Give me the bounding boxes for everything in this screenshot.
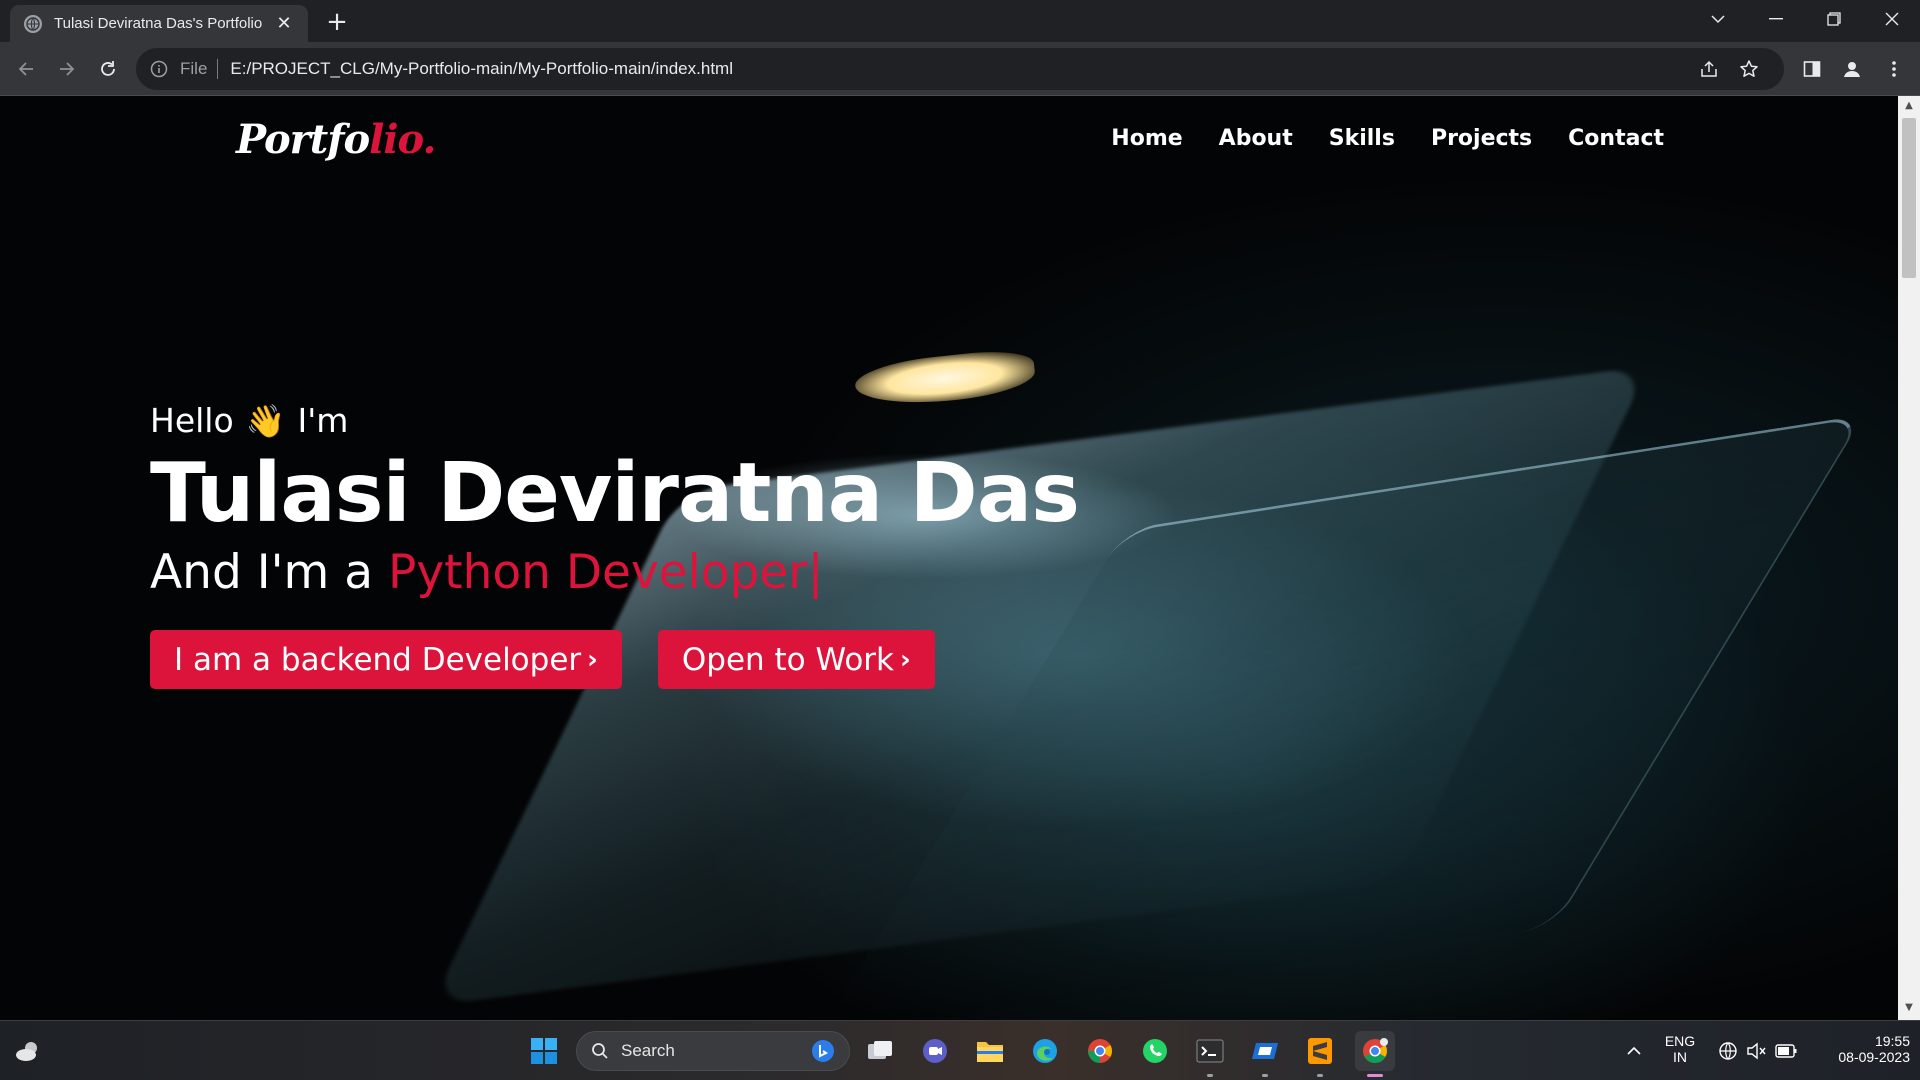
browser-tab-strip: Tulasi Deviratna Das's Portfolio ✕ + [0, 0, 1920, 42]
clock-date: 08-09-2023 [1838, 1049, 1910, 1065]
forward-arrow-icon[interactable] [51, 53, 83, 85]
role-typed-text: Python Developer [387, 545, 808, 600]
tab-close-icon[interactable]: ✕ [274, 13, 294, 34]
globe-icon [24, 14, 42, 33]
running-indicator [1317, 1074, 1323, 1077]
running-indicator [1207, 1074, 1213, 1077]
windows-taskbar: Search ENG IN 19:55 08-09-2023 [0, 1020, 1920, 1080]
whatsapp-icon[interactable] [1135, 1031, 1175, 1071]
chrome-active-icon[interactable] [1355, 1031, 1395, 1077]
chevron-right-icon: › [587, 644, 598, 675]
task-view-icon[interactable] [860, 1031, 900, 1071]
logo-text-main: Portfo [236, 116, 370, 163]
edge-browser-icon[interactable] [1025, 1031, 1065, 1071]
terminal-icon[interactable] [1190, 1031, 1230, 1077]
close-window-button[interactable] [1864, 0, 1920, 38]
battery-icon[interactable] [1766, 1031, 1806, 1071]
page-scrollbar[interactable]: ▲ ▼ [1898, 96, 1920, 1020]
reload-icon[interactable] [92, 53, 124, 85]
search-icon [592, 1043, 608, 1059]
nav-link-skills[interactable]: Skills [1329, 126, 1395, 151]
hero-name: Tulasi Deviratna Das [150, 446, 1080, 541]
taskbar-search-label: Search [621, 1041, 675, 1060]
open-to-work-button[interactable]: Open to Work › [657, 630, 935, 689]
minimize-button[interactable] [1748, 0, 1804, 38]
scroll-up-arrow-icon[interactable]: ▲ [1903, 100, 1915, 112]
url-scheme-label: File [180, 59, 219, 79]
tab-search-chevron-icon[interactable] [1690, 0, 1746, 38]
bookmark-star-icon[interactable] [1736, 56, 1762, 82]
hero-role: And I'm a Python Developer| [150, 545, 1079, 600]
browser-tab-active[interactable]: Tulasi Deviratna Das's Portfolio ✕ [10, 5, 308, 42]
site-navbar: Portfolio. Home About Skills Projects Co… [0, 96, 1898, 186]
weather-widget-icon[interactable] [8, 1031, 48, 1071]
taskbar-search-box[interactable]: Search [576, 1031, 850, 1071]
logo-text-accent: lio. [369, 116, 436, 163]
hero-buttons: I am a backend Developer › Open to Work … [150, 630, 1079, 689]
kebab-menu-icon[interactable] [1880, 55, 1908, 83]
share-icon[interactable] [1696, 56, 1722, 82]
windows-start-icon[interactable] [524, 1031, 564, 1071]
tab-title: Tulasi Deviratna Das's Portfolio [54, 15, 263, 32]
url-text[interactable]: E:/PROJECT_CLG/My-Portfolio-main/My-Port… [230, 59, 733, 79]
scroll-down-arrow-icon[interactable]: ▼ [1903, 1002, 1915, 1014]
scrollbar-thumb[interactable] [1902, 118, 1916, 278]
teams-chat-icon[interactable] [915, 1031, 955, 1071]
hero-greeting: Hello 👋 I'm [150, 401, 1079, 440]
chrome-icon[interactable] [1080, 1031, 1120, 1071]
role-prefix: And I'm a [150, 545, 374, 600]
bing-chat-icon[interactable] [811, 1039, 835, 1063]
clock-time: 19:55 [1874, 1033, 1910, 1049]
running-indicator [1262, 1074, 1268, 1077]
site-nav-links: Home About Skills Projects Contact [1111, 126, 1664, 151]
info-icon[interactable] [150, 60, 168, 78]
profile-avatar-icon[interactable] [1838, 55, 1866, 83]
nav-link-home[interactable]: Home [1111, 126, 1182, 151]
browser-toolbar: File E:/PROJECT_CLG/My-Portfolio-main/My… [0, 42, 1920, 96]
remote-app-icon[interactable] [1245, 1031, 1285, 1077]
side-panel-icon[interactable] [1798, 55, 1826, 83]
nav-link-contact[interactable]: Contact [1568, 126, 1664, 151]
running-indicator [1367, 1074, 1383, 1077]
hero-section: Hello 👋 I'm Tulasi Deviratna Das And I'm… [150, 401, 1080, 689]
language-code: ENG [1664, 1033, 1696, 1049]
site-logo[interactable]: Portfolio. [236, 116, 436, 163]
nav-link-about[interactable]: About [1219, 126, 1293, 151]
open-to-work-label: Open to Work [681, 641, 895, 678]
waving-hand-icon: 👋 [245, 401, 286, 440]
page-viewport: Portfolio. Home About Skills Projects Co… [0, 96, 1898, 1020]
restore-button[interactable] [1806, 0, 1862, 38]
chevron-right-icon: › [900, 644, 911, 675]
greeting-hello: Hello [150, 401, 234, 440]
typing-cursor: | [807, 545, 824, 600]
greeting-im: I'm [297, 401, 349, 440]
clock[interactable]: 19:55 08-09-2023 [1810, 1033, 1910, 1065]
input-language-indicator[interactable]: ENG IN [1660, 1033, 1700, 1065]
file-explorer-icon[interactable] [970, 1031, 1010, 1071]
sublime-text-icon[interactable] [1300, 1031, 1340, 1077]
backend-developer-label: I am a backend Developer [174, 641, 582, 678]
address-bar[interactable]: File E:/PROJECT_CLG/My-Portfolio-main/My… [136, 48, 1784, 90]
nav-link-projects[interactable]: Projects [1431, 126, 1532, 151]
back-arrow-icon[interactable] [10, 53, 42, 85]
new-tab-button[interactable]: + [322, 7, 352, 37]
region-code: IN [1673, 1049, 1687, 1065]
backend-developer-button[interactable]: I am a backend Developer › [150, 630, 622, 689]
chevron-up-icon[interactable] [1614, 1031, 1654, 1071]
